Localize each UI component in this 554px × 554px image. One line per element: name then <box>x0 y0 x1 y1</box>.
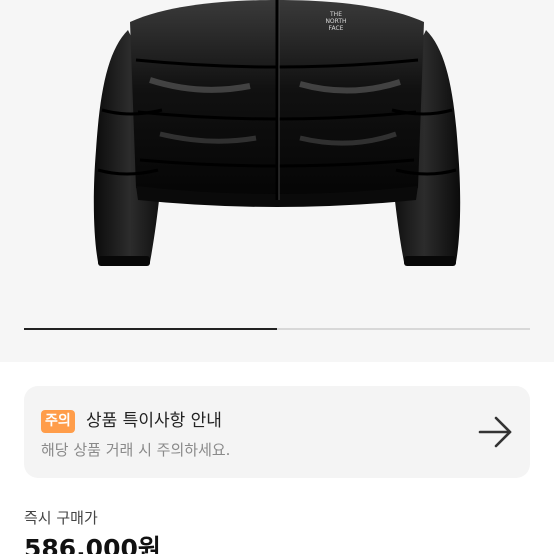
notice-title: 상품 특이사항 안내 <box>86 411 222 431</box>
arrow-right-icon[interactable] <box>476 414 516 450</box>
svg-text:FACE: FACE <box>329 25 344 32</box>
brand-logo: THE <box>329 11 342 18</box>
caution-badge: 주의 <box>41 410 75 433</box>
price-label: 즉시 구매가 <box>24 509 98 527</box>
product-gallery[interactable]: THE NORTH FACE <box>0 0 554 362</box>
svg-text:NORTH: NORTH <box>325 18 346 25</box>
product-page: THE NORTH FACE 주의 상품 특이사항 안내 해당 상품 거래 시 … <box>0 0 554 554</box>
notice-card[interactable]: 주의 상품 특이사항 안내 해당 상품 거래 시 주의하세요. <box>24 386 530 478</box>
product-image: THE NORTH FACE <box>93 0 461 266</box>
gallery-progress-fill <box>24 328 277 330</box>
gallery-progress-bar <box>24 328 530 330</box>
notice-subtitle: 해당 상품 거래 시 주의하세요. <box>41 441 231 459</box>
price-value: 586,000원 <box>24 534 161 554</box>
